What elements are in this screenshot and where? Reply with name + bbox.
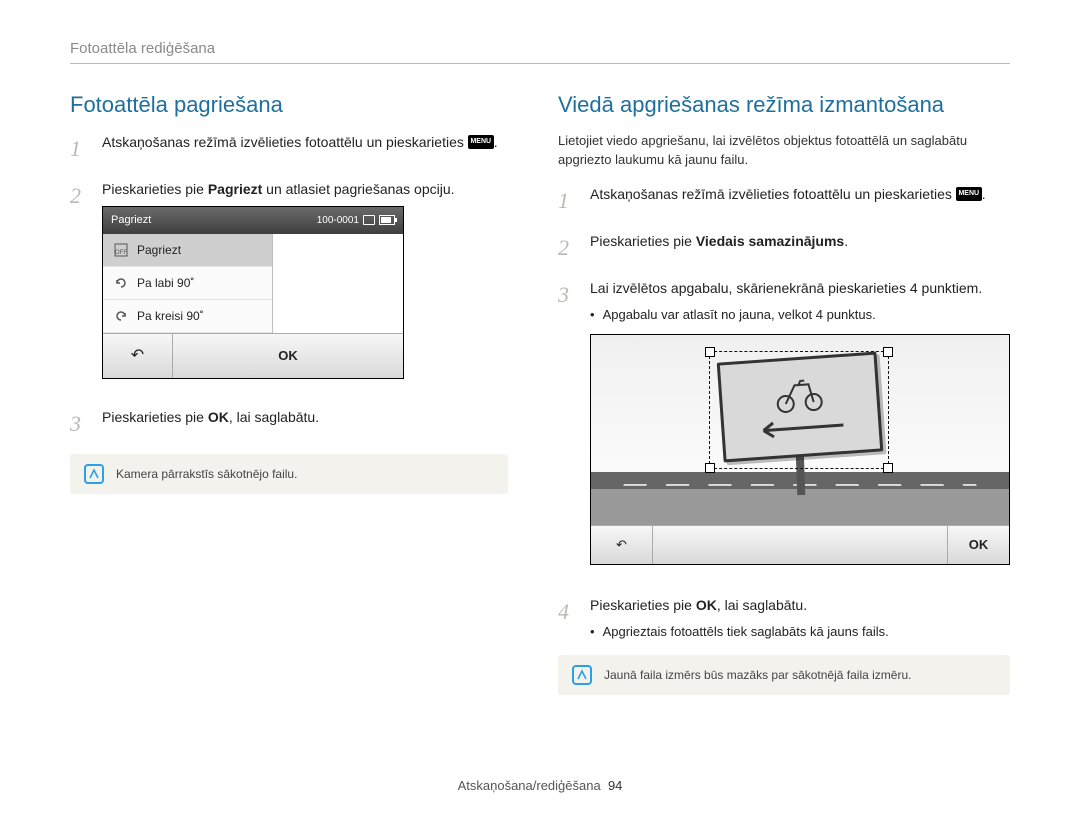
right-step-4: 4 Pieskarieties pie OK, lai saglabātu. A…: [558, 595, 1010, 642]
rotate-option-label: Pagriezt: [137, 241, 181, 259]
rotate-option-off[interactable]: OFF Pagriezt: [103, 234, 272, 267]
right-section-title: Viedā apgriešanas režīma izmantošana: [558, 92, 1010, 118]
page-footer: Atskaņošana/rediģēšana 94: [0, 778, 1080, 793]
step-number: 3: [70, 407, 88, 440]
step-text: , lai saglabātu.: [717, 597, 807, 613]
step-text: .: [844, 233, 848, 249]
camera-top-bar: Pagriezt 100-0001: [103, 207, 403, 234]
step-number: 3: [558, 278, 576, 311]
step-bold: Viedais samazinājums: [696, 233, 844, 249]
page-header: Fotoattēla rediģēšana: [70, 40, 1010, 64]
content-columns: Fotoattēla pagriešana 1 Atskaņošanas rež…: [70, 92, 1010, 695]
rotate-off-icon: OFF: [113, 242, 129, 258]
ok-label: OK: [208, 409, 229, 425]
camera-rotate-screenshot: Pagriezt 100-0001 OFF: [102, 206, 404, 379]
rotate-right-icon: [113, 275, 129, 291]
note-text: Jaunā faila izmērs būs mazāks par sākotn…: [604, 668, 911, 682]
right-column: Viedā apgriešanas režīma izmantošana Lie…: [558, 92, 1010, 695]
camera-crop-screenshot: ↶ OK: [590, 334, 1010, 565]
crop-handle-tr[interactable]: [883, 347, 893, 357]
back-arrow-icon: ↶: [616, 535, 627, 555]
left-step-3: 3 Pieskarieties pie OK, lai saglabātu.: [70, 407, 508, 440]
svg-text:OFF: OFF: [115, 250, 127, 256]
rotate-preview: [273, 234, 403, 333]
right-steps: 1 Atskaņošanas režīmā izvēlieties fotoat…: [558, 184, 1010, 642]
left-note: Kamera pārrakstīs sākotnējo failu.: [70, 454, 508, 494]
crop-handle-bl[interactable]: [705, 463, 715, 473]
right-step-1: 1 Atskaņošanas režīmā izvēlieties fotoat…: [558, 184, 1010, 217]
crop-frame[interactable]: [709, 351, 889, 469]
memory-icon: [363, 215, 375, 225]
step-text: .: [494, 134, 498, 150]
rotate-option-label: Pa kreisi 90˚: [137, 307, 204, 325]
crop-handle-tl[interactable]: [705, 347, 715, 357]
step-bullet: Apgrieztais fotoattēls tiek saglabāts kā…: [590, 622, 1010, 642]
left-section-title: Fotoattēla pagriešana: [70, 92, 508, 118]
rotate-option-panel: OFF Pagriezt Pa labi 90˚: [103, 234, 273, 333]
step-text: , lai saglabātu.: [229, 409, 319, 425]
ok-label: OK: [696, 597, 717, 613]
info-icon: [84, 464, 104, 484]
step-number: 1: [558, 184, 576, 217]
step-bold: Pagriezt: [208, 181, 262, 197]
step-text: .: [982, 186, 986, 202]
step-number: 4: [558, 595, 576, 628]
step-text: Atskaņošanas režīmā izvēlieties fotoattē…: [590, 186, 956, 202]
rotate-option-label: Pa labi 90˚: [137, 274, 194, 292]
left-column: Fotoattēla pagriešana 1 Atskaņošanas rež…: [70, 92, 508, 695]
step-text: Pieskarieties pie: [590, 233, 696, 249]
camera-counter: 100-0001: [317, 213, 359, 228]
step-bullet: Apgabalu var atlasīt no jauna, velkot 4 …: [590, 305, 1010, 325]
step-text: Pieskarieties pie: [102, 409, 208, 425]
rotate-left-icon: [113, 308, 129, 324]
right-intro: Lietojiet viedo apgriešanu, lai izvēlēto…: [558, 132, 1010, 170]
back-arrow-icon: ↶: [131, 344, 144, 368]
right-step-2: 2 Pieskarieties pie Viedais samazinājums…: [558, 231, 1010, 264]
step-number: 2: [70, 179, 88, 212]
step-text: Lai izvēlētos apgabalu, skārienekrānā pi…: [590, 280, 982, 296]
note-text: Kamera pārrakstīs sākotnējo failu.: [116, 467, 297, 481]
step-number: 1: [70, 132, 88, 165]
menu-icon: MENU: [956, 187, 982, 201]
info-icon: [572, 665, 592, 685]
left-step-1: 1 Atskaņošanas režīmā izvēlieties fotoat…: [70, 132, 508, 165]
left-step-2: 2 Pieskarieties pie Pagriezt un atlasiet…: [70, 179, 508, 393]
crop-ok-button[interactable]: OK: [947, 526, 1009, 564]
rotate-option-left[interactable]: Pa kreisi 90˚: [103, 300, 272, 333]
right-step-3: 3 Lai izvēlētos apgabalu, skārienekrānā …: [558, 278, 1010, 581]
crop-scene: [591, 335, 1009, 525]
left-steps: 1 Atskaņošanas režīmā izvēlieties fotoat…: [70, 132, 508, 440]
camera-screen-title: Pagriezt: [111, 212, 151, 229]
footer-section: Atskaņošana/rediģēšana: [458, 778, 601, 793]
step-text: Pieskarieties pie: [590, 597, 696, 613]
right-note: Jaunā faila izmērs būs mazāks par sākotn…: [558, 655, 1010, 695]
battery-icon: [379, 215, 395, 225]
crop-back-button[interactable]: ↶: [591, 526, 653, 564]
step-text: Pieskarieties pie: [102, 181, 208, 197]
rotate-option-right[interactable]: Pa labi 90˚: [103, 267, 272, 300]
menu-icon: MENU: [468, 135, 494, 149]
crop-handle-br[interactable]: [883, 463, 893, 473]
camera-back-button[interactable]: ↶: [103, 334, 173, 378]
step-text: un atlasiet pagriešanas opciju.: [262, 181, 454, 197]
step-number: 2: [558, 231, 576, 264]
page-number: 94: [608, 778, 622, 793]
step-text: Atskaņošanas režīmā izvēlieties fotoattē…: [102, 134, 468, 150]
camera-ok-button[interactable]: OK: [173, 334, 403, 378]
